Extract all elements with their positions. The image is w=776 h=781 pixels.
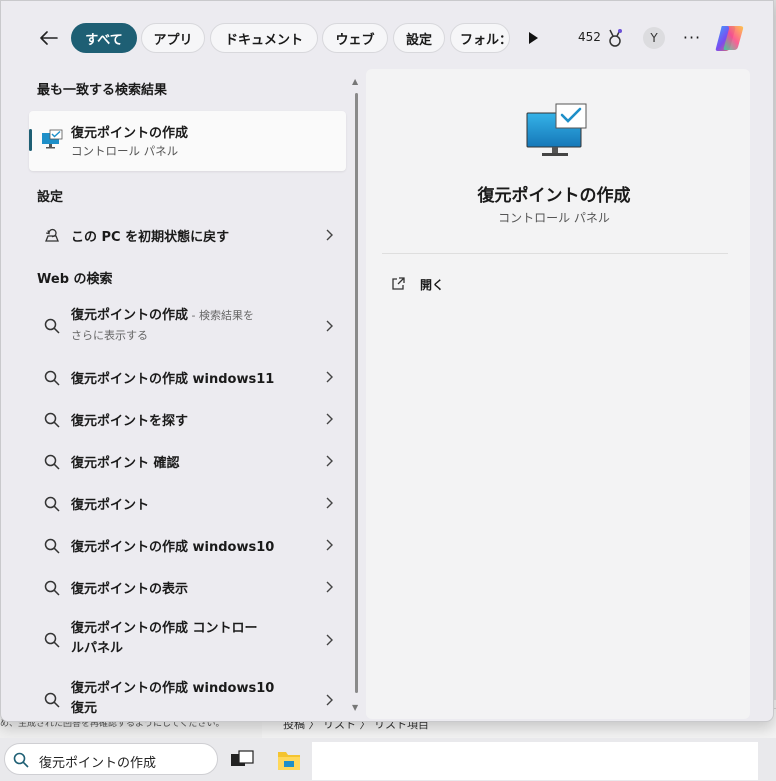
search-icon bbox=[44, 496, 60, 512]
web-result-label: 復元ポイントの作成 windows11 bbox=[71, 372, 275, 387]
task-view-icon[interactable] bbox=[230, 750, 254, 770]
web-result-item[interactable]: 復元ポイントの作成 コントロー ルパネル bbox=[29, 615, 346, 665]
web-result-more-label: 復元ポイントの作成 - 検索結果をさらに表示する bbox=[71, 306, 281, 346]
chevron-right-icon bbox=[326, 694, 333, 706]
settings-item-label: この PC を初期状態に戻す bbox=[71, 230, 230, 245]
search-icon bbox=[44, 370, 60, 386]
chip-apps[interactable]: アプリ bbox=[141, 23, 205, 53]
web-result-label: 復元ポイントの作成 windows10 bbox=[71, 540, 275, 555]
settings-item-reset-pc[interactable]: この PC を初期状態に戻す bbox=[29, 215, 346, 255]
chip-documents[interactable]: ドキュメント bbox=[210, 23, 318, 53]
results-list: 最も一致する検索結果 復元ポイントの作成 コントロール パネル 設定 この PC… bbox=[21, 69, 351, 719]
web-result-item[interactable]: 復元ポイントを探す bbox=[29, 399, 346, 439]
chevron-right-icon bbox=[326, 634, 333, 646]
web-result-label: 復元ポイントの表示 bbox=[71, 582, 189, 597]
more-options-button[interactable]: ··· bbox=[681, 26, 703, 48]
filter-bar: すべて アプリ ドキュメント ウェブ 設定 フォル： 452 Y ··· bbox=[1, 1, 775, 75]
arrow-left-icon bbox=[40, 31, 58, 45]
preview-pane: 復元ポイントの作成 コントロール パネル 開く bbox=[366, 69, 750, 719]
settings-header: 設定 bbox=[37, 190, 64, 205]
web-result-line2: ルパネル bbox=[71, 641, 124, 656]
chevron-right-icon bbox=[326, 581, 333, 593]
scroll-up-icon[interactable]: ▲ bbox=[352, 77, 358, 86]
chip-all[interactable]: すべて bbox=[71, 23, 137, 53]
search-icon bbox=[44, 412, 60, 428]
copilot-icon[interactable] bbox=[713, 22, 747, 54]
chip-settings[interactable]: 設定 bbox=[393, 23, 445, 53]
web-result-label: 復元ポイントの作成 コントロー ルパネル bbox=[71, 619, 281, 659]
web-result-item[interactable]: 復元ポイントの作成 windows10 復元 bbox=[29, 675, 346, 719]
chevron-right-icon bbox=[326, 371, 333, 383]
scrollbar-thumb[interactable] bbox=[355, 93, 358, 693]
best-match-header: 最も一致する検索結果 bbox=[37, 83, 168, 98]
chevron-right-icon bbox=[326, 455, 333, 467]
search-icon bbox=[13, 752, 29, 768]
search-icon bbox=[44, 632, 60, 648]
best-match-subtitle: コントロール パネル bbox=[71, 144, 179, 158]
web-result-item[interactable]: 復元ポイントの作成 windows10 bbox=[29, 525, 346, 565]
taskbar-search-input[interactable]: 復元ポイントの作成 bbox=[4, 743, 218, 775]
divider bbox=[382, 253, 728, 254]
selection-indicator bbox=[29, 129, 32, 151]
reset-pc-icon bbox=[45, 228, 59, 242]
web-result-label: 復元ポイントの作成 windows10 復元 bbox=[71, 679, 281, 719]
chip-folders[interactable]: フォル： bbox=[450, 23, 510, 53]
web-result-item[interactable]: 復元ポイント bbox=[29, 483, 346, 523]
restore-point-large-icon bbox=[526, 103, 588, 163]
scroll-chips-button[interactable] bbox=[523, 29, 543, 47]
results-scrollbar[interactable]: ▲ ▼ bbox=[351, 77, 361, 717]
search-value: 復元ポイントの作成 bbox=[39, 756, 157, 771]
web-result-more-title: 復元ポイントの作成 bbox=[71, 308, 189, 323]
web-result-more[interactable]: 復元ポイントの作成 - 検索結果をさらに表示する bbox=[29, 301, 346, 351]
file-explorer-icon[interactable] bbox=[276, 746, 302, 774]
web-result-line1: 復元ポイントの作成 windows10 bbox=[71, 681, 275, 696]
search-icon bbox=[44, 580, 60, 596]
taskbar: 復元ポイントの作成 bbox=[0, 738, 776, 781]
taskbar-empty-area bbox=[312, 742, 758, 780]
web-result-label: 復元ポイント bbox=[71, 498, 150, 513]
avatar[interactable]: Y bbox=[643, 27, 665, 49]
web-result-item[interactable]: 復元ポイントの作成 windows11 bbox=[29, 357, 346, 397]
open-label: 開く bbox=[420, 277, 445, 292]
web-search-header: Web の検索 bbox=[37, 272, 113, 287]
web-result-more-suffix: - 検索結果を bbox=[188, 309, 254, 322]
search-icon bbox=[44, 538, 60, 554]
web-result-label: 復元ポイントを探す bbox=[71, 414, 189, 429]
chip-web[interactable]: ウェブ bbox=[322, 23, 388, 53]
chevron-right-icon bbox=[326, 413, 333, 425]
web-result-label: 復元ポイント 確認 bbox=[71, 456, 180, 471]
chevron-right-icon bbox=[326, 497, 333, 509]
search-panel: すべて アプリ ドキュメント ウェブ 設定 フォル： 452 Y ··· 最も一… bbox=[0, 0, 774, 722]
chevron-right-icon bbox=[326, 539, 333, 551]
back-button[interactable] bbox=[35, 25, 63, 51]
web-result-more-suffix2: さらに表示する bbox=[71, 329, 148, 342]
chevron-right-icon bbox=[326, 229, 333, 241]
preview-title: 復元ポイントの作成 bbox=[477, 186, 631, 206]
play-icon bbox=[529, 32, 538, 44]
restore-point-icon bbox=[41, 129, 63, 155]
scroll-down-icon[interactable]: ▼ bbox=[352, 703, 358, 712]
search-icon bbox=[44, 454, 60, 470]
search-icon bbox=[44, 692, 60, 708]
search-icon bbox=[44, 318, 60, 334]
best-match-title: 復元ポイントの作成 bbox=[71, 126, 189, 141]
web-result-item[interactable]: 復元ポイント 確認 bbox=[29, 441, 346, 481]
web-result-line2: 復元 bbox=[71, 701, 98, 716]
open-external-icon bbox=[392, 277, 405, 290]
chevron-right-icon bbox=[326, 320, 333, 332]
best-match-item[interactable]: 復元ポイントの作成 コントロール パネル bbox=[29, 111, 346, 171]
preview-subtitle: コントロール パネル bbox=[498, 211, 610, 225]
web-result-item[interactable]: 復元ポイントの表示 bbox=[29, 567, 346, 607]
web-result-line1: 復元ポイントの作成 コントロー bbox=[71, 621, 258, 636]
rewards-points: 452 bbox=[578, 30, 601, 44]
rewards-icon[interactable] bbox=[604, 27, 626, 49]
open-button[interactable]: 開く bbox=[390, 273, 444, 295]
